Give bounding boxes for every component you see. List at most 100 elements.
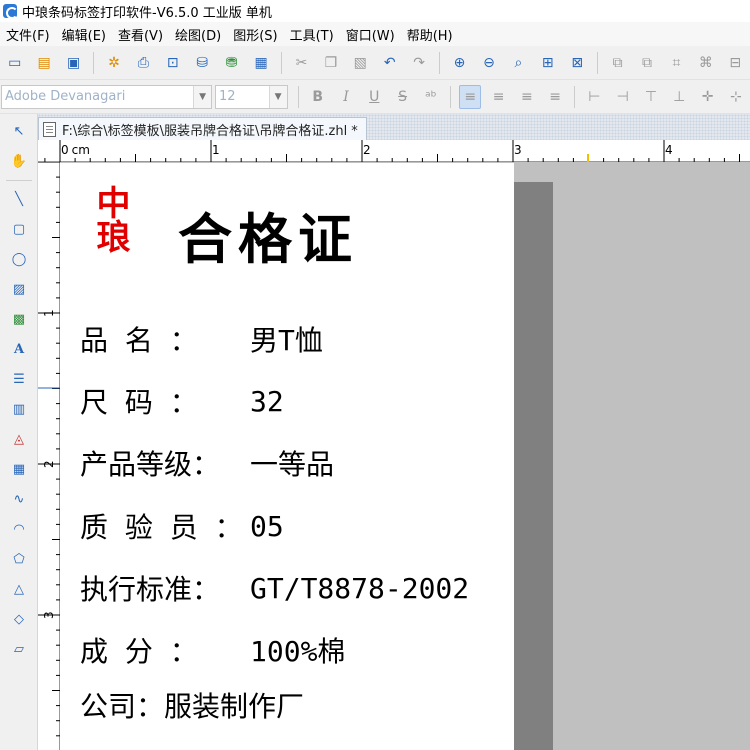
field-row-standard[interactable]: 执行标准： GT/T8878-2002 (80, 568, 469, 608)
text-effect-icon[interactable]: ᵃᵇ (420, 85, 442, 109)
picture-tool-icon[interactable]: ▩ (8, 308, 30, 330)
ruler-mark-3: 3 (514, 143, 522, 157)
arrange-icon[interactable]: ⌘ (694, 51, 717, 75)
toolbar-separator (93, 51, 95, 74)
rounded-rectangle-tool-icon[interactable]: ▢ (8, 218, 30, 240)
select-pointer-icon[interactable]: ↖ (8, 120, 30, 142)
open-folder-icon[interactable]: ▤ (32, 51, 55, 75)
new-icon[interactable]: ▭ (3, 51, 26, 75)
barcode-tool-icon[interactable]: ▥ (8, 398, 30, 420)
app-logo-icon (3, 4, 18, 19)
settings-gear-icon[interactable]: ✲ (102, 51, 125, 75)
menu-view[interactable]: 查看(V) (112, 25, 169, 44)
lock-icon[interactable]: ⊟ (724, 51, 747, 75)
align-grid-icon[interactable]: ⌗ (665, 51, 688, 75)
diamond-tool-icon[interactable]: ◇ (8, 608, 30, 630)
font-name-select[interactable]: Adobe Devanagari ▼ (1, 84, 213, 109)
menu-draw[interactable]: 绘图(D) (169, 25, 227, 44)
align-objects-left-icon[interactable]: ⊢ (583, 85, 605, 109)
polygon-tool-icon[interactable]: ⬠ (8, 548, 30, 570)
bold-icon[interactable]: B (307, 85, 329, 109)
triangle-tool-icon[interactable]: △ (8, 578, 30, 600)
zoom-in-icon[interactable]: ⊕ (448, 51, 471, 75)
ruler-mark-2: 2 (363, 143, 371, 157)
field-label: 质 验 员 ： (80, 511, 243, 544)
document-icon (43, 121, 56, 137)
actual-size-icon[interactable]: ⊠ (566, 51, 589, 75)
fit-page-icon[interactable]: ⊞ (536, 51, 559, 75)
document-area: F:\综合\标签模板\服装吊牌合格证\吊牌合格证.zhl * 0 cm 1 2 3… (38, 114, 750, 750)
hand-pan-icon[interactable]: ✋ (8, 150, 30, 172)
align-right-icon[interactable]: ≡ (516, 85, 538, 109)
align-justify-icon[interactable]: ≡ (544, 85, 566, 109)
arc-text-tool-icon[interactable]: ◬ (8, 428, 30, 450)
ruler-mark-v2: 2 (42, 460, 56, 468)
line-tool-icon[interactable]: ╲ (8, 188, 30, 210)
field-label: 产品等级： (80, 448, 221, 481)
group-icon[interactable]: ⧉ (606, 51, 629, 75)
field-value: GT/T8878-2002 (250, 571, 470, 605)
zoom-out-icon[interactable]: ⊖ (477, 51, 500, 75)
toolbar-separator (297, 85, 299, 108)
align-objects-center-icon[interactable]: ⊣ (612, 85, 634, 109)
field-row-grade[interactable]: 产品等级： 一等品 (80, 443, 334, 483)
menu-file[interactable]: 文件(F) (0, 25, 56, 44)
label-canvas[interactable]: 中琅 合格证 品 名 ： 男T恤 尺 码 ： 32 产品等级： 一等品 质 验 … (60, 163, 514, 750)
copy-icon[interactable]: ❐ (319, 51, 342, 75)
align-objects-middle-icon[interactable]: ✛ (696, 85, 718, 109)
database-icon[interactable]: ⛁ (191, 51, 214, 75)
font-size-value: 12 (219, 89, 236, 104)
menu-edit[interactable]: 编辑(E) (56, 25, 112, 44)
field-row-product-name[interactable]: 品 名 ： 男T恤 (80, 319, 323, 359)
align-objects-bottom-icon[interactable]: ⊥ (668, 85, 690, 109)
print-icon[interactable]: ⎙ (132, 51, 155, 75)
font-size-select[interactable]: 12 ▼ (215, 84, 288, 109)
field-value: 一等品 (250, 448, 335, 481)
field-row-inspector[interactable]: 质 验 员 ： 05 (80, 506, 284, 546)
align-left-icon[interactable]: ≡ (458, 84, 482, 109)
qrcode-tool-icon[interactable]: ▦ (8, 458, 30, 480)
field-value: 32 (250, 384, 284, 418)
paste-icon[interactable]: ▧ (349, 51, 372, 75)
company-logo[interactable]: 中琅 (85, 185, 135, 253)
save-icon[interactable]: ▣ (62, 51, 85, 75)
menu-tools[interactable]: 工具(T) (284, 25, 340, 44)
image-tool-icon[interactable]: ▨ (8, 278, 30, 300)
italic-icon[interactable]: I (335, 85, 357, 109)
menu-shape[interactable]: 图形(S) (227, 25, 283, 44)
align-objects-top-icon[interactable]: ⊤ (640, 85, 662, 109)
curve-tool-icon[interactable]: ∿ (8, 488, 30, 510)
certificate-title[interactable]: 合格证 (178, 195, 358, 274)
grid-icon[interactable]: ▦ (249, 51, 272, 75)
cut-icon[interactable]: ✂ (290, 51, 313, 75)
align-center-icon[interactable]: ≡ (487, 85, 509, 109)
font-name-value: Adobe Devanagari (5, 89, 126, 104)
field-row-company[interactable]: 公司：服装制作厂 (80, 685, 304, 725)
document-tab[interactable]: F:\综合\标签模板\服装吊牌合格证\吊牌合格证.zhl * (38, 117, 367, 140)
database-settings-icon[interactable]: ⛃ (220, 51, 243, 75)
distribute-icon[interactable]: ⊹ (725, 85, 747, 109)
horizontal-ruler: 0 cm 1 2 3 4 (38, 140, 750, 162)
field-label: 尺 码 ： (80, 386, 198, 419)
chevron-down-icon[interactable]: ▼ (268, 85, 287, 108)
parallelogram-tool-icon[interactable]: ▱ (8, 638, 30, 660)
field-row-size[interactable]: 尺 码 ： 32 (80, 381, 284, 421)
undo-icon[interactable]: ↶ (378, 51, 401, 75)
field-row-composition[interactable]: 成 分 ： 100%棉 (80, 630, 345, 670)
ungroup-icon[interactable]: ⧉ (635, 51, 658, 75)
zoom-icon[interactable]: ⌕ (507, 51, 530, 75)
arc-tool-icon[interactable]: ◠ (8, 518, 30, 540)
text-tool-icon[interactable]: A (8, 338, 30, 360)
redo-icon[interactable]: ↷ (407, 51, 430, 75)
menu-window[interactable]: 窗口(W) (340, 25, 401, 44)
strikethrough-icon[interactable]: S (391, 85, 413, 109)
ellipse-tool-icon[interactable]: ◯ (8, 248, 30, 270)
rich-text-tool-icon[interactable]: ☰ (8, 368, 30, 390)
menu-bar: 文件(F) 编辑(E) 查看(V) 绘图(D) 图形(S) 工具(T) 窗口(W… (0, 22, 750, 46)
underline-icon[interactable]: U (363, 85, 385, 109)
chevron-down-icon[interactable]: ▼ (193, 85, 212, 108)
page-shadow (514, 182, 553, 750)
document-tab-title: F:\综合\标签模板\服装吊牌合格证\吊牌合格证.zhl * (62, 123, 358, 139)
print-preview-icon[interactable]: ⊡ (161, 51, 184, 75)
menu-help[interactable]: 帮助(H) (401, 25, 459, 44)
